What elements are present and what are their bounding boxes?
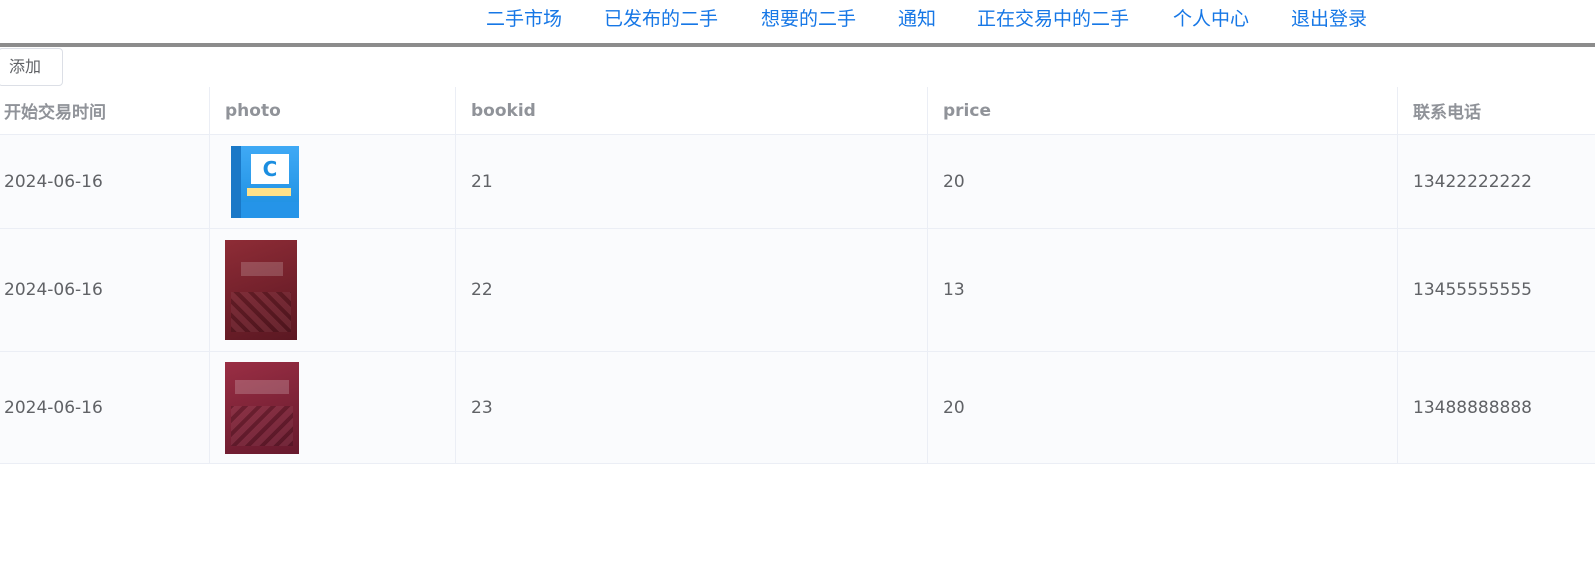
cell-start-time: 2024-06-16 <box>0 229 210 351</box>
nav-divider <box>0 43 1595 47</box>
table-header-row: 开始交易时间 photo bookid price 联系电话 <box>0 87 1595 135</box>
nav-link-logout[interactable]: 退出登录 <box>1291 5 1367 33</box>
column-header-start-time[interactable]: 开始交易时间 <box>0 87 210 134</box>
cell-price: 20 <box>928 135 1398 228</box>
nav-link-profile[interactable]: 个人中心 <box>1173 5 1249 33</box>
nav-link-market[interactable]: 二手市场 <box>486 5 562 33</box>
cell-phone: 13422222222 <box>1413 171 1532 192</box>
nav-link-notifications[interactable]: 通知 <box>898 5 936 33</box>
book-cover-image[interactable] <box>225 361 299 454</box>
trade-table: 开始交易时间 photo bookid price 联系电话 2024-06-1… <box>0 87 1595 464</box>
cell-price: 20 <box>928 352 1398 463</box>
nav-link-published[interactable]: 已发布的二手 <box>604 5 718 33</box>
cell-photo: C <box>210 135 456 228</box>
table-row[interactable]: 2024-06-16 22 13 13455555555 <box>0 229 1595 352</box>
cell-phone: 13455555555 <box>1413 280 1532 300</box>
table-row[interactable]: 2024-06-16 C 21 20 13422222222 <box>0 135 1595 229</box>
cell-bookid: 23 <box>456 352 928 463</box>
cell-start-time: 2024-06-16 <box>0 352 210 463</box>
book-cover-image[interactable]: C <box>231 145 299 218</box>
cell-phone: 13488888888 <box>1413 397 1532 418</box>
table-row[interactable]: 2024-06-16 23 20 13488888888 <box>0 352 1595 464</box>
cell-start-time: 2024-06-16 <box>0 135 210 228</box>
column-header-phone[interactable]: 联系电话 <box>1398 87 1595 134</box>
cell-photo <box>210 229 456 351</box>
nav-link-trading[interactable]: 正在交易中的二手 <box>977 5 1129 33</box>
add-button[interactable]: 添加 <box>0 48 63 86</box>
cell-bookid: 22 <box>456 229 928 351</box>
column-header-bookid[interactable]: bookid <box>456 87 928 134</box>
nav-link-wanted[interactable]: 想要的二手 <box>761 5 856 33</box>
column-header-price[interactable]: price <box>928 87 1398 134</box>
cell-price: 13 <box>928 229 1398 351</box>
book-cover-image[interactable] <box>225 240 297 340</box>
top-nav: 二手市场 已发布的二手 想要的二手 通知 正在交易中的二手 个人中心 退出登录 <box>0 0 1595 43</box>
cell-photo <box>210 352 456 463</box>
column-header-photo[interactable]: photo <box>210 87 456 134</box>
cell-bookid: 21 <box>456 135 928 228</box>
